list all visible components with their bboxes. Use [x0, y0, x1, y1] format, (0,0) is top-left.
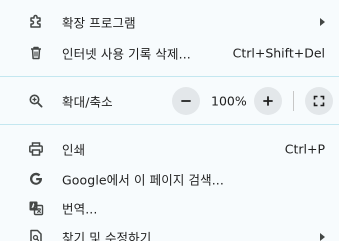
puzzle-icon: [26, 12, 46, 32]
trash-icon: [26, 43, 46, 63]
zoom-icon: [26, 91, 46, 111]
chrome-main-menu: 확장 프로그램 인터넷 사용 기록 삭제... Ctrl+Shift+Del 확…: [0, 0, 339, 241]
menu-item-zoom: 확대/축소 100%: [0, 86, 339, 116]
translate-icon: [26, 198, 46, 218]
zoom-in-button[interactable]: [254, 87, 282, 115]
menu-item-search-page[interactable]: Google에서 이 페이지 검색...: [0, 164, 339, 194]
menu-item-label: 확대/축소: [62, 94, 113, 110]
zoom-divider: [293, 91, 294, 111]
shortcut-text: Ctrl+Shift+Del: [232, 45, 325, 61]
menu-item-label: 번역...: [62, 201, 98, 217]
fullscreen-button[interactable]: [305, 87, 333, 115]
menu-divider: [0, 124, 339, 125]
menu-item-clear-history[interactable]: 인터넷 사용 기록 삭제... Ctrl+Shift+Del: [0, 38, 339, 68]
shortcut-text: Ctrl+P: [284, 141, 325, 157]
fullscreen-icon: [313, 95, 325, 107]
find-icon: [26, 227, 46, 241]
submenu-arrow-icon: [320, 18, 325, 26]
menu-item-extensions[interactable]: 확장 프로그램: [0, 7, 339, 37]
menu-item-find-edit[interactable]: 찾기 및 수정하기: [0, 222, 339, 241]
menu-item-label: 찾기 및 수정하기: [62, 230, 152, 241]
menu-divider: [0, 76, 339, 77]
menu-item-label: Google에서 이 페이지 검색...: [62, 172, 224, 188]
menu-item-label: 인터넷 사용 기록 삭제...: [62, 46, 191, 62]
submenu-arrow-icon: [320, 233, 325, 241]
menu-item-label: 확장 프로그램: [62, 15, 136, 31]
printer-icon: [26, 139, 46, 159]
zoom-value: 100%: [211, 93, 247, 109]
menu-item-translate[interactable]: 번역...: [0, 193, 339, 223]
google-icon: [26, 169, 46, 189]
menu-item-print[interactable]: 인쇄 Ctrl+P: [0, 134, 339, 164]
menu-item-label: 인쇄: [62, 142, 86, 158]
zoom-out-button[interactable]: [172, 87, 200, 115]
minus-icon: [181, 100, 191, 102]
plus-icon: [263, 96, 273, 106]
